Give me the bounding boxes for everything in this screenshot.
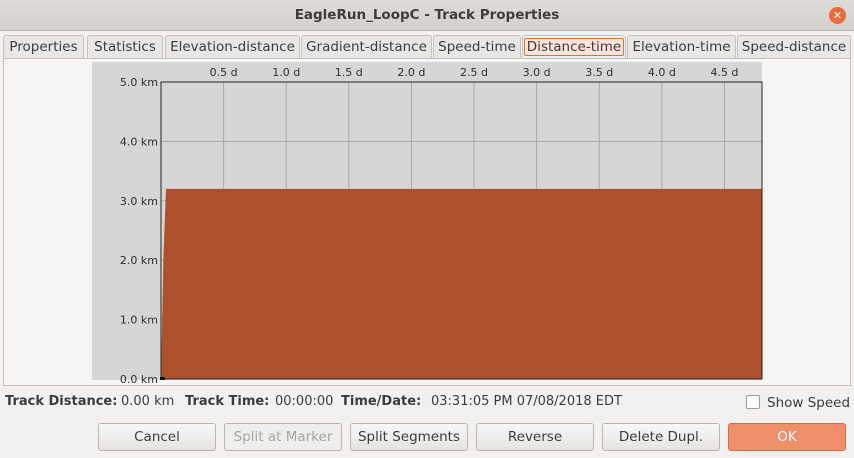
distance-time-chart[interactable]: 0.5 d 1.0 d 1.5 d 2.0 d 2.5 d 3.0 d 3.5 d 4.0 d… bbox=[0, 0, 854, 458]
y-tick-label: 5.0 km bbox=[120, 76, 158, 89]
show-speed-checkbox[interactable] bbox=[746, 395, 760, 409]
y-tick-label: 3.0 km bbox=[120, 195, 158, 208]
cancel-button[interactable]: Cancel bbox=[98, 423, 216, 451]
y-tick-label: 2.0 km bbox=[120, 254, 158, 267]
split-segments-button[interactable]: Split Segments bbox=[350, 423, 468, 451]
track-properties-window: EagleRun_LoopC - Track Properties ✕ Prop… bbox=[0, 0, 854, 458]
track-distance-value: 0.00 km bbox=[121, 394, 175, 409]
x-tick-label: 1.5 d bbox=[335, 66, 363, 79]
x-tick-label: 2.5 d bbox=[460, 66, 488, 79]
x-tick-label: 3.5 d bbox=[585, 66, 613, 79]
x-tick-label: 4.0 d bbox=[648, 66, 676, 79]
show-speed-label[interactable]: Show Speed bbox=[767, 395, 850, 411]
y-tick-label: 0.0 km bbox=[120, 373, 158, 386]
time-date-value: 03:31:05 PM 07/08/2018 EDT bbox=[431, 394, 622, 409]
reverse-button[interactable]: Reverse bbox=[476, 423, 594, 451]
split-at-marker-button[interactable]: Split at Marker bbox=[224, 423, 342, 451]
x-tick-label: 2.0 d bbox=[397, 66, 425, 79]
time-date-label: Time/Date: bbox=[341, 394, 422, 409]
delete-duplicates-button[interactable]: Delete Dupl. bbox=[602, 423, 720, 451]
y-tick-label: 4.0 km bbox=[120, 135, 158, 148]
x-tick-label: 1.0 d bbox=[272, 66, 300, 79]
y-tick-label: 1.0 km bbox=[120, 314, 158, 327]
track-distance-label: Track Distance: bbox=[5, 394, 118, 409]
distance-time-area-series[interactable] bbox=[161, 188, 762, 379]
track-time-label: Track Time: bbox=[185, 394, 270, 409]
x-tick-label: 0.5 d bbox=[210, 66, 238, 79]
ok-button[interactable]: OK bbox=[728, 423, 846, 451]
x-tick-label: 3.0 d bbox=[523, 66, 551, 79]
track-time-value: 00:00:00 bbox=[275, 394, 334, 409]
track-start-marker bbox=[160, 377, 165, 380]
x-tick-label: 4.5 d bbox=[710, 66, 738, 79]
